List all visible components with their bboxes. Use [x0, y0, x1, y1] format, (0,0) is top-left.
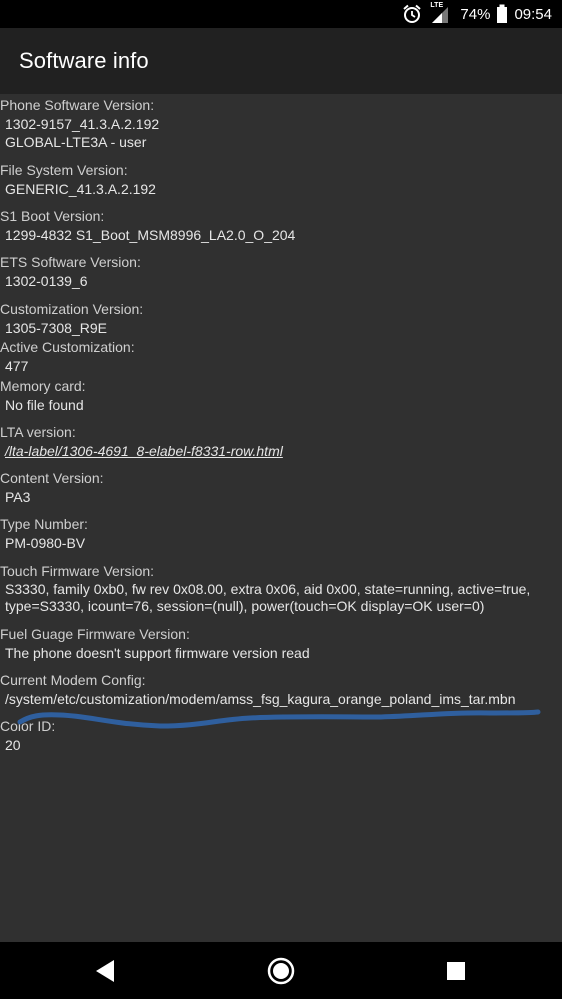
current-modem-config-label: Current Modem Config:: [0, 672, 146, 688]
page-title: Software info: [19, 48, 149, 73]
color-id-value: 20: [5, 737, 21, 753]
list-item: File System Version: GENERIC_41.3.A.2.19…: [0, 161, 562, 198]
touch-firmware-version-value: S3330, family 0xb0, fw rev 0x08.00, extr…: [5, 581, 531, 614]
file-system-version-value: GENERIC_41.3.A.2.192: [5, 181, 156, 197]
fuel-gauge-firmware-version-label: Fuel Guage Firmware Version:: [0, 626, 190, 642]
s1-boot-version-label: S1 Boot Version:: [0, 208, 105, 224]
app-bar: Software info: [0, 28, 562, 94]
list-item: Customization Version: 1305-7308_R9E: [0, 300, 562, 337]
home-icon: [267, 957, 295, 985]
type-number-label: Type Number:: [0, 516, 88, 532]
list-item: LTA version: /lta-label/1306-4691_8-elab…: [0, 423, 562, 460]
list-item: Phone Software Version: 1302-9157_41.3.A…: [0, 96, 562, 151]
list-item: Active Customization: 477: [0, 338, 562, 375]
content-version-value: PA3: [5, 489, 31, 505]
content-version-label: Content Version:: [0, 470, 104, 486]
s1-boot-version-value: 1299-4832 S1_Boot_MSM8996_LA2.0_O_204: [5, 227, 296, 243]
touch-firmware-version-label: Touch Firmware Version:: [0, 563, 155, 579]
clock: 09:54: [514, 5, 552, 23]
phone-software-version-label: Phone Software Version:: [0, 97, 155, 113]
recents-button[interactable]: [416, 942, 496, 999]
ets-software-version-value: 1302-0139_6: [5, 273, 88, 289]
alarm-icon: [402, 4, 422, 24]
list-item: Fuel Guage Firmware Version: The phone d…: [0, 625, 562, 662]
active-customization-label: Active Customization:: [0, 339, 135, 355]
recents-icon: [446, 961, 466, 981]
customization-version-label: Customization Version:: [0, 301, 144, 317]
memory-card-label: Memory card:: [0, 378, 86, 394]
signal-icon: LTE: [428, 2, 454, 25]
file-system-version-label: File System Version:: [0, 162, 128, 178]
list-item: Memory card: No file found: [0, 377, 562, 414]
lta-version-link[interactable]: /lta-label/1306-4691_8-elabel-f8331-row.…: [0, 442, 562, 460]
lta-version-label: LTA version:: [0, 424, 76, 440]
network-type-label: LTE: [430, 2, 444, 9]
status-bar: LTE 74% 09:54: [0, 0, 562, 28]
list-item: S1 Boot Version: 1299-4832 S1_Boot_MSM89…: [0, 207, 562, 244]
battery-percent: 74%: [460, 5, 491, 23]
software-info-list: Phone Software Version: 1302-9157_41.3.A…: [0, 94, 562, 942]
battery-icon: [496, 4, 508, 24]
type-number-value: PM-0980-BV: [5, 535, 86, 551]
back-icon: [94, 959, 116, 983]
active-customization-value: 477: [5, 358, 29, 374]
list-item: Content Version: PA3: [0, 469, 562, 506]
fuel-gauge-firmware-version-value: The phone doesn't support firmware versi…: [5, 645, 310, 661]
color-id-label: Color ID:: [0, 718, 56, 734]
list-item: Current Modem Config: /system/etc/custom…: [0, 671, 562, 708]
home-button[interactable]: [241, 942, 321, 999]
ets-software-version-label: ETS Software Version:: [0, 254, 141, 270]
list-item: Color ID: 20: [0, 717, 562, 754]
list-item: ETS Software Version: 1302-0139_6: [0, 253, 562, 290]
phone-software-version-value: 1302-9157_41.3.A.2.192: [5, 116, 160, 132]
memory-card-value: No file found: [5, 397, 84, 413]
list-item: Type Number: PM-0980-BV: [0, 515, 562, 552]
current-modem-config-value: /system/etc/customization/modem/amss_fsg…: [5, 691, 516, 707]
customization-version-value: 1305-7308_R9E: [5, 320, 107, 336]
list-item: Touch Firmware Version: S3330, family 0x…: [0, 562, 562, 615]
back-button[interactable]: [65, 942, 145, 999]
navigation-bar: [0, 942, 562, 999]
phone-software-build-value: GLOBAL-LTE3A - user: [5, 134, 147, 150]
status-icons: LTE 74% 09:54: [402, 0, 552, 28]
